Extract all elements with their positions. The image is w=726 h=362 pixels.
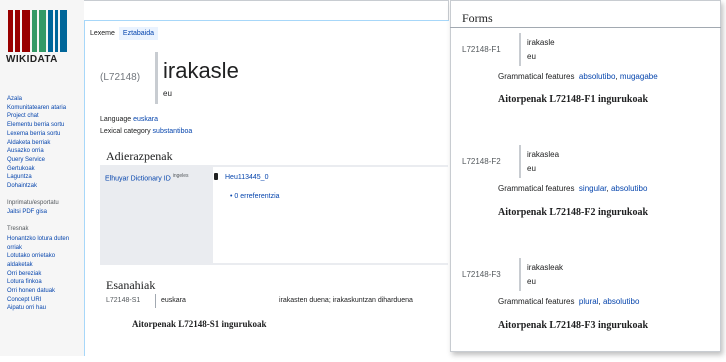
form-language-code: eu [527,52,536,61]
nav-special-pages[interactable]: Orri bereziak [7,270,77,279]
form-id: L72148-F2 [462,157,501,166]
lemma-language-code: eu [163,89,172,98]
form-representation: irakaslea [527,150,560,159]
nav-help[interactable]: Laguntza [7,173,77,182]
form-representation: irakasleak [527,263,564,272]
feature-link[interactable]: absolutibo [611,184,647,193]
language-line: Language euskara [100,116,158,123]
sense-id: L72148-S1 [106,297,141,304]
references-toggle[interactable]: • 0 erreferentzia [230,193,280,200]
grammatical-features: Grammatical features plural, absolutibo [498,297,639,306]
nav-permanent-link[interactable]: Lotura finkoa [7,278,77,287]
form-divider [519,145,521,178]
form-id: L72148-F3 [462,270,501,279]
nav-nearby[interactable]: Gertukoak [7,165,77,174]
grammatical-features: Grammatical features absolutibo, mugagab… [498,72,658,81]
logo-text: WIKIDATA [6,54,58,65]
feature-link[interactable]: singular [579,184,607,193]
sense-gloss: irakasten duena; irakaskuntzan diharduen… [279,297,413,304]
tab-lexeme[interactable]: Lexeme [86,27,119,40]
tools-heading: Tresnak [7,226,29,233]
nav-donate[interactable]: Dohaintzak [7,182,77,191]
category-label: Lexical category [100,128,151,135]
wikidata-logo[interactable]: WIKIDATA [6,8,70,68]
sense-divider [155,294,156,308]
nav-random-page[interactable]: Ausazko orria [7,147,77,156]
sense-statements-heading: Aitorpenak L72148-S1 ingurukoak [132,319,267,329]
grammatical-features-label: Grammatical features [498,72,575,81]
nav-what-links-here[interactable]: Honantzko lotura duten orriak [7,235,77,252]
page-title: irakasle [163,58,239,83]
nav-project-chat[interactable]: Project chat [7,112,77,121]
wikidata-barcode-icon [8,10,67,52]
nav-query-service[interactable]: Query Service [7,156,77,165]
nav-community-portal[interactable]: Komunitatearen ataria [7,104,77,113]
category-line: Lexical category substantiboa [100,128,192,135]
nav-related-changes[interactable]: Lotutako orrietako aldaketak [7,252,67,269]
nav-cite-page[interactable]: Aipatu orri hau [7,304,77,313]
sidebar: WIKIDATA Azala Komunitatearen ataria Pro… [0,0,84,356]
sidebar-nav: Azala Komunitatearen ataria Project chat… [7,95,77,313]
nav-create-lexeme[interactable]: Lexema berria sortu [7,130,77,139]
property-language-tag: ingeles [172,173,189,179]
form-language-code: eu [527,164,536,173]
senses-heading: Esanahiak [106,278,156,292]
statements-heading: Adierazpenak [106,149,173,163]
lemma-divider [155,52,158,104]
statement-value-link[interactable]: Heu113445_0 [225,174,268,181]
page-tabs: Lexeme Eztabaida [86,22,159,40]
form-id: L72148-F1 [462,45,501,54]
property-elhuyar-id[interactable]: Elhuyar Dictionary ID ingeles [105,173,189,182]
grammatical-features: Grammatical features singular, absolutib… [498,184,647,193]
form-statements-heading: Aitorpenak L72148-F1 ingurukoak [498,94,649,105]
sense-language: euskara [161,297,186,304]
feature-link[interactable]: absolutibo [603,297,639,306]
form-statements-heading: Aitorpenak L72148-F3 ingurukoak [498,320,649,331]
form-language-code: eu [527,277,536,286]
forms-heading: Forms [462,11,493,25]
lexeme-id: (L72148) [100,72,141,83]
form-divider [519,33,521,66]
feature-link[interactable]: absolutibo [579,72,615,81]
statement-value-cell [213,167,449,263]
forms-heading-rule [450,27,721,28]
rank-icon[interactable] [214,173,218,180]
print-heading: Inprimatu/esportatu [7,199,59,206]
category-link[interactable]: substantiboa [153,128,193,135]
nav-concept-uri[interactable]: Concept URI [7,296,77,305]
nav-page-info[interactable]: Orri honen datuak [7,287,77,296]
nav-recent-changes[interactable]: Aldaketa berriak [7,139,77,148]
form-statements-heading: Aitorpenak L72148-F2 ingurukoak [498,207,649,218]
feature-link[interactable]: plural [579,297,599,306]
nav-download-pdf[interactable]: Jaitsi PDF gisa [7,208,77,217]
grammatical-features-label: Grammatical features [498,297,575,306]
nav-create-item[interactable]: Elementu berria sortu [7,121,77,130]
tab-discussion[interactable]: Eztabaida [118,27,159,40]
form-representation: irakasle [527,38,555,47]
grammatical-features-label: Grammatical features [498,184,575,193]
language-label: Language [100,116,132,123]
form-divider [519,258,521,291]
feature-link[interactable]: mugagabe [620,72,658,81]
nav-main-page[interactable]: Azala [7,95,77,104]
language-link[interactable]: euskara [133,116,158,123]
property-label[interactable]: Elhuyar Dictionary ID [105,175,171,182]
